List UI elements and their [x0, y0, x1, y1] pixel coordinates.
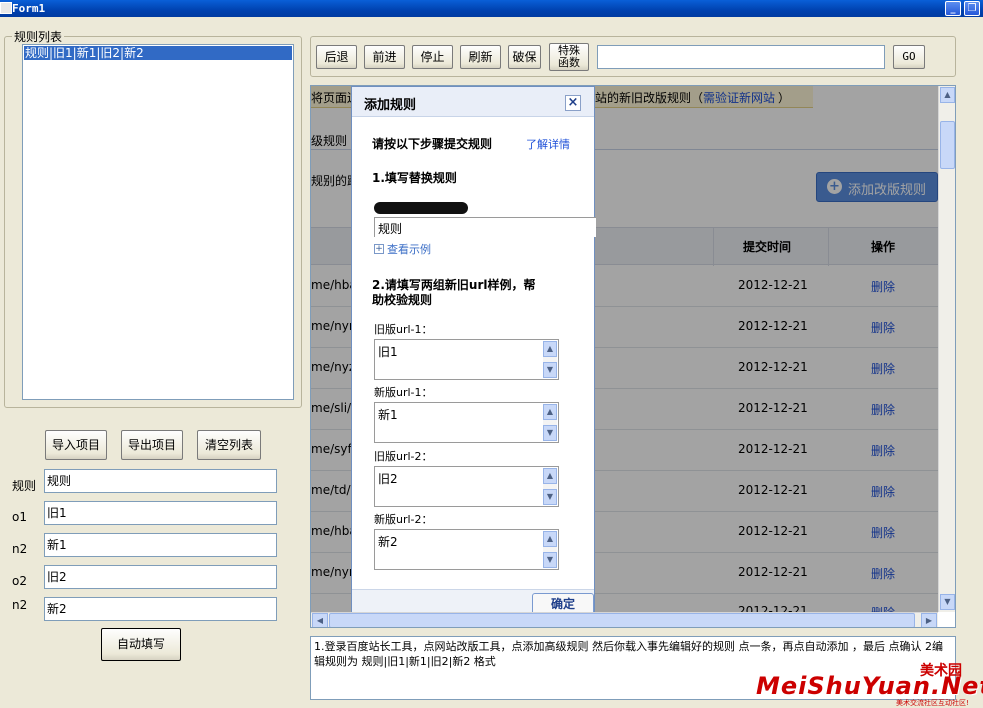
scroll-thumb[interactable] [329, 613, 915, 627]
scroll-down-icon[interactable]: ▼ [940, 594, 955, 610]
rules-group-legend: 规则列表 [12, 28, 65, 45]
step1-heading: 1.填写替换规则 [372, 171, 457, 185]
field-label-o1: o1 [12, 510, 27, 524]
field-label-rule: 规则 [12, 479, 37, 493]
add-rule-dialog: 添加规则 × 请按以下步骤提交规则 了解详情 1.填写替换规则 规则 + 查看示… [351, 86, 596, 612]
old-url1-label: 旧版url-1： [374, 323, 433, 336]
scroll-down-icon[interactable]: ▼ [543, 489, 557, 505]
scroll-up-icon[interactable]: ▲ [543, 531, 557, 547]
dialog-footer: 确定 [352, 589, 594, 612]
new-url1-textarea[interactable]: 新1 ▲ ▼ [374, 402, 559, 443]
scroll-up-icon[interactable]: ▲ [940, 87, 955, 103]
list-item[interactable]: 规则|旧1|新1|旧2|新2 [24, 46, 292, 60]
rule-field[interactable]: 规则 [44, 469, 277, 493]
new-url2-value: 新2 [378, 535, 398, 549]
scroll-up-icon[interactable]: ▲ [543, 404, 557, 420]
old-url2-value: 旧2 [378, 472, 398, 486]
scroll-down-icon[interactable]: ▼ [543, 362, 557, 378]
rules-listbox[interactable]: 规则|旧1|新1|旧2|新2 [22, 44, 294, 400]
watermark-tagline: 美术交流社区互动社区! [896, 699, 969, 707]
dialog-intro: 请按以下步骤提交规则 [372, 137, 493, 151]
old-url1-textarea[interactable]: 旧1 ▲ ▼ [374, 339, 559, 380]
refresh-button[interactable]: 刷新 [460, 45, 501, 69]
old-url2-label: 旧版url-2： [374, 450, 433, 463]
vertical-scrollbar[interactable]: ▲ ▼ [938, 86, 955, 612]
scroll-down-icon[interactable]: ▼ [543, 425, 557, 441]
close-icon[interactable]: × [565, 95, 581, 111]
scroll-thumb[interactable] [940, 121, 955, 169]
stop-button[interactable]: 停止 [412, 45, 453, 69]
title-bar: Form1 _ ❐ [0, 0, 983, 17]
window-title: Form1 [12, 2, 46, 15]
app-icon [0, 2, 12, 14]
rule-input[interactable]: 规则 [374, 217, 596, 237]
new-url2-label: 新版url-2： [374, 513, 433, 526]
clear-list-button[interactable]: 清空列表 [197, 430, 261, 460]
confirm-button[interactable]: 确定 [532, 593, 594, 612]
learn-more-link[interactable]: 了解详情 [526, 136, 570, 152]
autofill-button[interactable]: 自动填写 [101, 628, 181, 661]
forward-button[interactable]: 前进 [364, 45, 405, 69]
import-button[interactable]: 导入项目 [45, 430, 107, 460]
scroll-up-icon[interactable]: ▲ [543, 341, 557, 357]
field-label-n2: n2 [12, 598, 28, 612]
watermark-brand-en: MeiShuYuan.Net [756, 672, 983, 700]
special-label-line2: 函数 [558, 56, 580, 69]
new2-field[interactable]: 新2 [44, 597, 277, 621]
step2-heading-line2: 助校验规则 [372, 293, 433, 307]
web-browser[interactable]: 将页面边 站的新旧改版规则（ 需验证新网站 ） 级规则 规别的跳 + 添加改版规… [310, 85, 956, 628]
dialog-header: 添加规则 × [352, 87, 594, 117]
watermark-logo: 美术园 MeiShuYuan.Net 美术交流社区互动社区! [756, 660, 983, 708]
expand-plus-icon[interactable]: + [374, 244, 384, 254]
old2-field[interactable]: 旧2 [44, 565, 277, 589]
special-function-button[interactable]: 特殊 函数 [549, 43, 589, 71]
field-label-n1: n2 [12, 542, 28, 556]
scroll-down-icon[interactable]: ▼ [543, 552, 557, 568]
field-label-o2: o2 [12, 574, 27, 588]
new-url2-textarea[interactable]: 新2 ▲ ▼ [374, 529, 559, 570]
rule-input-value: 规则 [378, 222, 403, 236]
old-url1-value: 旧1 [378, 345, 398, 359]
pojie-button[interactable]: 破保 [508, 45, 541, 69]
textarea-scrollbar[interactable]: ▲ ▼ [543, 531, 557, 568]
url-input[interactable] [597, 45, 885, 69]
textarea-scrollbar[interactable]: ▲ ▼ [543, 468, 557, 505]
new-url1-label: 新版url-1： [374, 386, 433, 399]
textarea-scrollbar[interactable]: ▲ ▼ [543, 341, 557, 378]
old1-field[interactable]: 旧1 [44, 501, 277, 525]
export-button[interactable]: 导出项目 [121, 430, 183, 460]
scroll-right-icon[interactable]: ▶ [921, 613, 937, 627]
redaction-mark [374, 202, 468, 214]
minimize-button[interactable]: _ [945, 1, 961, 16]
restore-button[interactable]: ❐ [964, 1, 980, 16]
page-viewport: 将页面边 站的新旧改版规则（ 需验证新网站 ） 级规则 规别的跳 + 添加改版规… [311, 86, 938, 612]
scroll-up-icon[interactable]: ▲ [543, 468, 557, 484]
dialog-title: 添加规则 [364, 98, 417, 113]
horizontal-scrollbar[interactable]: ◀ ▶ [311, 612, 938, 627]
go-button[interactable]: GO [893, 45, 925, 69]
new-url1-value: 新1 [378, 408, 398, 422]
new1-field[interactable]: 新1 [44, 533, 277, 557]
textarea-scrollbar[interactable]: ▲ ▼ [543, 404, 557, 441]
back-button[interactable]: 后退 [316, 45, 357, 69]
view-example-link[interactable]: 查看示例 [387, 241, 431, 257]
old-url2-textarea[interactable]: 旧2 ▲ ▼ [374, 466, 559, 507]
scroll-left-icon[interactable]: ◀ [312, 613, 328, 627]
